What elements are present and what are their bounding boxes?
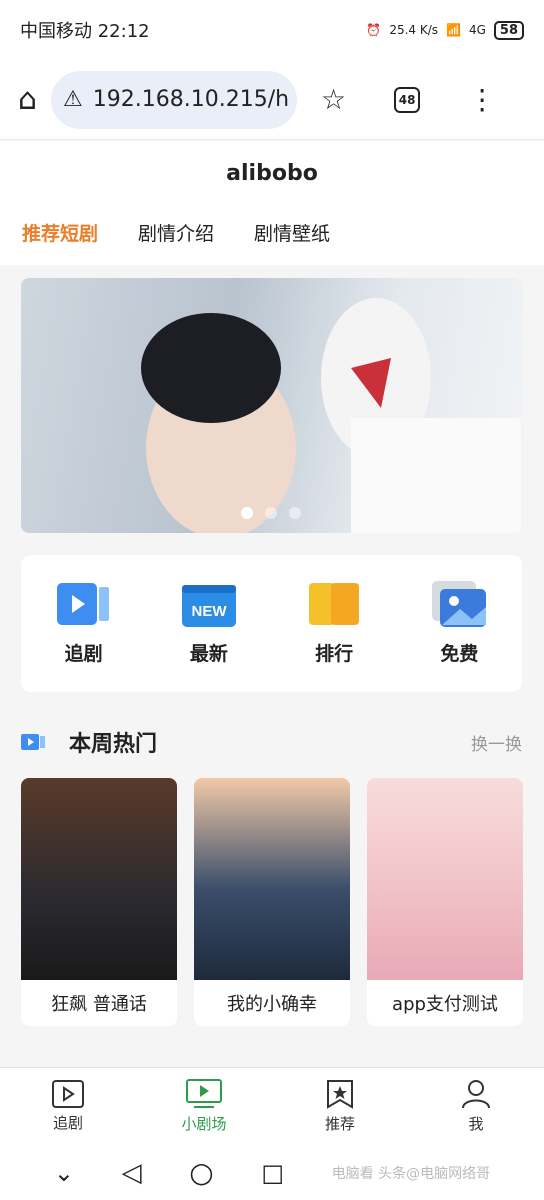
quick-item-latest[interactable]: NEW 最新 — [146, 555, 271, 692]
play-card-icon — [56, 583, 109, 625]
quick-label: 排行 — [315, 643, 354, 665]
drama-title: 我的小确幸 — [227, 994, 317, 1015]
back-icon[interactable]: ◁ — [122, 1158, 142, 1188]
picture-icon — [432, 581, 487, 627]
tab-plot[interactable]: 剧情介绍 — [138, 219, 214, 246]
address-bar[interactable]: ⚠ 192.168.10.215/h — [51, 70, 298, 129]
menu-icon[interactable]: ⋮ — [468, 83, 496, 116]
chevron-down-icon[interactable]: ⌄ — [54, 1159, 74, 1187]
banner-carousel[interactable] — [21, 278, 522, 533]
new-badge-text: NEW — [191, 603, 227, 620]
nav-item-theater[interactable]: 小剧场 — [136, 1068, 272, 1145]
quick-item-ranking[interactable]: 排行 — [272, 555, 397, 692]
signal-label: 4G — [468, 23, 486, 37]
section-header: 本周热门 换一换 — [21, 722, 522, 762]
drama-poster — [367, 778, 523, 980]
status-bar: 中国移动 22:12 ⏰ 25.4 K/s 📶 4G 58 — [0, 0, 544, 60]
play-box-icon — [52, 1080, 84, 1108]
person-icon — [462, 1080, 490, 1109]
carrier-time: 中国移动 22:12 — [20, 21, 150, 42]
quick-item-free[interactable]: 免费 — [397, 555, 522, 692]
quick-label: 追剧 — [64, 643, 103, 665]
system-nav-bar: ⌄ ◁ ○ □ 电脑看 头条@电脑网络哥 — [0, 1145, 544, 1200]
monitor-play-icon — [186, 1079, 222, 1108]
battery-indicator: 58 — [493, 20, 524, 40]
tab-wallpaper[interactable]: 剧情壁纸 — [254, 219, 330, 246]
nav-label: 小剧场 — [181, 1115, 227, 1133]
quick-actions: 追剧 NEW 最新 排行 免费 — [21, 555, 522, 692]
section-title: 本周热门 — [69, 732, 158, 757]
site-title: alibobo — [226, 161, 318, 186]
site-header: alibobo 推荐短剧 剧情介绍 剧情壁纸 — [0, 141, 544, 265]
banner-dot[interactable] — [289, 507, 301, 519]
net-speed: 25.4 K/s — [389, 23, 439, 37]
quick-item-follow[interactable]: 追剧 — [21, 555, 146, 692]
drama-poster — [194, 778, 350, 980]
tab-switcher-button[interactable]: 48 — [394, 86, 421, 113]
nav-label: 我 — [468, 1115, 484, 1133]
url-text: 192.168.10.215/h — [92, 87, 290, 112]
home-circle-icon[interactable]: ○ — [189, 1156, 213, 1189]
category-tabs: 推荐短剧 剧情介绍 剧情壁纸 — [22, 219, 330, 246]
video-section-icon — [21, 734, 45, 750]
browser-toolbar: ⌂ ⚠ 192.168.10.215/h ☆ 48 ⋮ — [0, 60, 544, 140]
star-icon[interactable]: ☆ — [321, 83, 346, 116]
drama-card[interactable]: 狂飙 普通话 — [21, 778, 177, 1026]
tab-recommended[interactable]: 推荐短剧 — [22, 219, 98, 246]
nav-label: 追剧 — [52, 1114, 83, 1132]
banner-dots — [241, 507, 301, 519]
recents-icon[interactable]: □ — [261, 1159, 284, 1187]
quick-label: 最新 — [189, 643, 228, 665]
banner-image — [141, 298, 521, 533]
drama-card[interactable]: 我的小确幸 — [194, 778, 350, 1026]
watermark-text: 电脑看 头条@电脑网络哥 — [331, 1165, 491, 1182]
wifi-icon: 📶 — [446, 23, 461, 37]
drama-title: 狂飙 普通话 — [51, 994, 147, 1015]
banner-dot[interactable] — [241, 507, 253, 519]
drama-card[interactable]: app支付测试 — [367, 778, 523, 1026]
alarm-icon: ⏰ — [366, 23, 382, 37]
hot-drama-list: 狂飙 普通话 我的小确幸 app支付测试 — [21, 778, 523, 1026]
banner-dot[interactable] — [265, 507, 277, 519]
nav-label: 推荐 — [324, 1115, 355, 1133]
quick-label: 免费 — [440, 643, 479, 665]
nav-item-recommend[interactable]: 推荐 — [272, 1068, 408, 1145]
ranking-icon — [309, 583, 360, 625]
drama-poster — [21, 778, 177, 980]
nav-item-follow[interactable]: 追剧 — [0, 1068, 136, 1145]
refresh-button[interactable]: 换一换 — [471, 730, 522, 755]
new-calendar-icon: NEW — [181, 585, 236, 627]
nav-item-me[interactable]: 我 — [408, 1068, 544, 1145]
bookmark-star-icon — [327, 1080, 353, 1109]
drama-title: app支付测试 — [392, 994, 498, 1015]
bottom-nav: 追剧 小剧场 推荐 我 — [0, 1067, 544, 1145]
status-icons: ⏰ 25.4 K/s 📶 4G 58 — [366, 20, 524, 40]
warning-icon: ⚠ — [63, 87, 83, 112]
home-icon[interactable]: ⌂ — [18, 82, 37, 117]
